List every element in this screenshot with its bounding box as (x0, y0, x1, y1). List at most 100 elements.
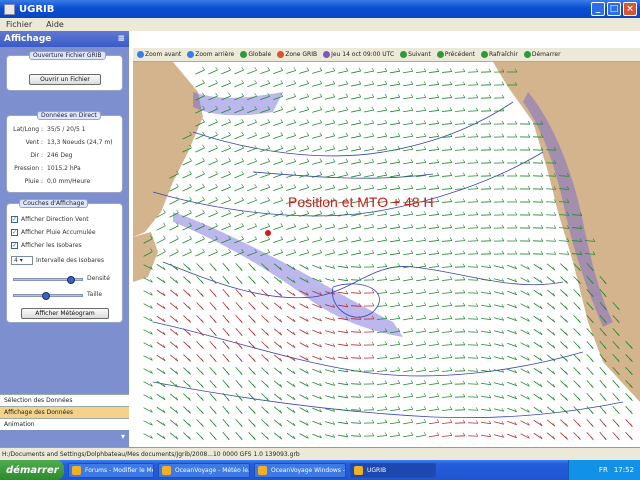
wind-barb (312, 83, 322, 87)
grib-zone-icon[interactable] (277, 51, 285, 58)
wind-barb (325, 226, 335, 230)
wind-barb (260, 121, 270, 127)
density-slider-thumb[interactable] (66, 276, 75, 284)
wind-barb-tick (514, 211, 518, 216)
minimize-button[interactable]: _ (591, 2, 605, 16)
wind-barb-tick (371, 354, 375, 359)
wind-barb-tick (345, 184, 349, 189)
check-isobars[interactable]: ✓ Afficher les Isobares (11, 242, 82, 249)
wind-barb-tick (449, 224, 453, 228)
wind-barb (402, 148, 414, 152)
wind-barb-tick (176, 248, 179, 252)
wind-barb-tick (267, 145, 270, 149)
nav-data-selection[interactable]: Sélection des Données (0, 394, 129, 406)
wind-barb-tick (358, 184, 362, 189)
check-accumulated-rain[interactable]: ✓ Afficher Pluie Accumulée (11, 229, 96, 236)
nav-data-display[interactable]: Affichage des Données (0, 406, 129, 418)
forward-icon[interactable] (400, 51, 408, 58)
refresh-icon[interactable] (481, 51, 488, 58)
wind-barb-tick (462, 211, 466, 215)
checkbox-icon[interactable]: ✓ (11, 229, 18, 236)
wind-barb-tick (436, 276, 440, 280)
task-oceanvoyage-2[interactable]: OceanVoyage Windows - Micro... (254, 462, 346, 478)
wind-barb-tick (514, 133, 518, 138)
toolbar-item-6[interactable]: Précédent (436, 51, 475, 58)
wind-barb-tick (423, 431, 427, 436)
checkbox-icon[interactable]: ✓ (11, 242, 18, 249)
isobar-interval-select[interactable]: 4 ▾ (11, 256, 33, 265)
wind-barb (325, 187, 335, 191)
toolbar-item-8[interactable]: Démarrer (523, 51, 561, 58)
menu-fichier[interactable]: Fichier (6, 20, 32, 29)
wind-barb-tick (527, 146, 531, 151)
map-canvas[interactable]: Position et MTO + 48 H (133, 62, 640, 447)
zoom-in-icon[interactable] (137, 51, 144, 58)
nav-animation[interactable]: Animation (0, 418, 129, 430)
rain-band-0 (173, 212, 403, 337)
weather-map[interactable]: Position et MTO + 48 H (133, 62, 640, 447)
wind-barb (325, 122, 335, 126)
wind-barb (261, 432, 269, 440)
wind-barb (415, 226, 427, 230)
start-button[interactable]: démarrer (0, 460, 64, 480)
close-button[interactable]: × (623, 2, 637, 16)
play-icon[interactable] (523, 51, 531, 58)
wind-barb-tick (293, 145, 297, 149)
panel-title: Affichage (4, 34, 52, 44)
wind-barb-tick (475, 185, 479, 189)
language-indicator[interactable]: FR (599, 466, 608, 474)
toolbar-item-4[interactable]: Jeu 14 oct 09:00 UTC (323, 51, 394, 58)
wind-barb-tick (462, 172, 466, 176)
toolbar-item-3[interactable]: Zone GRIB (277, 51, 317, 58)
wind-barb (286, 406, 296, 414)
wind-barb (247, 160, 257, 166)
wind-barb (261, 419, 269, 427)
wind-barb (402, 226, 414, 230)
double-chevron-up-icon[interactable]: ≡ (117, 34, 125, 44)
density-slider[interactable] (13, 276, 83, 284)
toolbar-item-2[interactable]: Globale (240, 51, 271, 58)
meteogram-button[interactable]: Afficher Météogram (21, 308, 109, 319)
size-slider[interactable] (13, 292, 83, 300)
task-ugrib[interactable]: UGRIB (350, 462, 436, 478)
wind-barb-tick (423, 275, 427, 280)
wind-barb (286, 70, 296, 74)
globe-icon[interactable] (240, 51, 248, 58)
maximize-button[interactable]: □ (607, 2, 621, 16)
wind-barb-tick (228, 183, 231, 188)
wind-barb-tick (449, 341, 453, 345)
wind-barb-tick (306, 93, 310, 97)
wind-barb-tick (228, 222, 231, 227)
open-file-button[interactable]: Ouvrir un Fichier (29, 74, 101, 85)
wind-barb (546, 289, 556, 297)
wind-barb-tick (501, 159, 505, 164)
checkbox-icon[interactable]: ✓ (11, 216, 18, 223)
toolbar-item-5[interactable]: Suivant (400, 51, 431, 58)
date-icon[interactable] (323, 51, 331, 58)
wind-barb (234, 225, 244, 231)
task-oceanvoyage-1[interactable]: OceanVoyage - Météo le... (158, 462, 250, 478)
check-wind-direction[interactable]: ✓ Afficher Direction Vent (11, 216, 89, 223)
wind-barb-tick (436, 354, 440, 358)
wind-barb (545, 149, 557, 151)
menu-aide[interactable]: Aide (46, 20, 64, 29)
wind-barb-tick (423, 159, 427, 163)
zoom-out-icon[interactable] (187, 51, 195, 58)
wind-barb (312, 96, 322, 100)
chevron-down-icon[interactable]: ▾ (121, 432, 125, 441)
wind-barb (299, 239, 309, 243)
back-icon[interactable] (436, 51, 444, 58)
size-slider-thumb[interactable] (41, 292, 50, 300)
wind-barb-tick (319, 223, 323, 227)
wind-barb (338, 330, 348, 334)
wind-barb-tick (280, 119, 283, 123)
toolbar-item-0[interactable]: Zoom avant (137, 51, 181, 58)
wind-barb (208, 199, 218, 205)
wind-barb (480, 330, 492, 334)
toolbar-item-7[interactable]: Rafraîchir (481, 51, 518, 58)
toolbar-item-1[interactable]: Zoom arrière (187, 51, 234, 58)
task-forums[interactable]: Forums - Modifier le Mes... (68, 462, 154, 478)
wind-barb (273, 252, 283, 256)
wind-barb (338, 343, 348, 347)
wind-barb-tick (319, 171, 323, 175)
